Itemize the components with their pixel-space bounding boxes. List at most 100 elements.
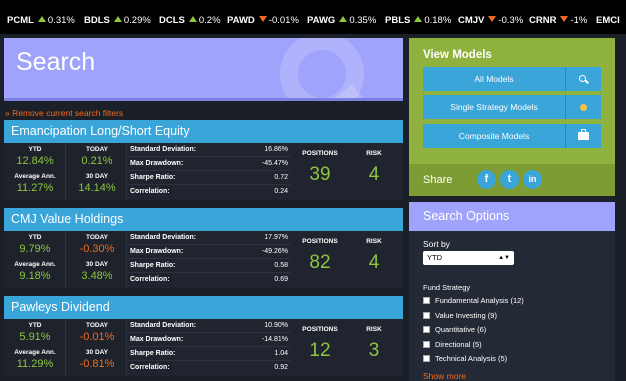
facebook-icon[interactable]: f — [477, 170, 496, 189]
sharpe-label: Sharpe Ratio: — [130, 262, 176, 269]
ticker-item[interactable]: CRNR -1% — [529, 15, 587, 26]
ticker-value: -0.01% — [268, 15, 299, 26]
strategy-option[interactable]: Directional (5) — [423, 340, 482, 349]
corr-label: Correlation: — [130, 188, 170, 195]
ticker-item[interactable]: BDLS 0.29% — [84, 15, 151, 26]
fund-card[interactable]: CMJ Value Holdings YTD TODAY 9.79% -0.30% Ave… — [4, 208, 403, 288]
corr-row: Correlation: 0.69 — [128, 273, 291, 287]
ticker-item[interactable]: PAWD -0.01% — [227, 15, 299, 26]
ticker-item[interactable]: CMJV -0.3% — [458, 15, 523, 26]
checkbox[interactable] — [423, 297, 430, 304]
positions-value: 39 — [309, 164, 331, 185]
ticker-item[interactable]: DCLS 0.2% — [159, 15, 221, 26]
ticker-symbol: DCLS — [159, 15, 185, 26]
arrow-up-icon — [414, 16, 423, 22]
avg-ann-value: 9.18% — [19, 270, 51, 282]
fund-name[interactable]: Emancipation Long/Short Equity — [4, 120, 403, 143]
sharpe-row: Sharpe Ratio: 1.04 — [128, 347, 291, 361]
page-title: Search — [16, 48, 96, 76]
arrow-down-icon — [258, 16, 267, 22]
strategy-label: Fundamental Analysis (12) — [435, 296, 524, 305]
sharpe-label: Sharpe Ratio: — [130, 350, 176, 357]
std-dev-row: Standard Deviation: 16.86% — [128, 143, 291, 157]
fund-card[interactable]: Emancipation Long/Short Equity YTD TODAY 12… — [4, 120, 403, 200]
share-label: Share — [423, 174, 453, 186]
ticker-value: 0.29% — [123, 15, 151, 26]
checkbox[interactable] — [423, 340, 430, 348]
ticker-symbol: EMCI — [596, 15, 620, 26]
strategy-label: Directional (5) — [435, 339, 482, 349]
ticker-item[interactable]: PCML 0.31% — [7, 15, 75, 26]
today-value: -0.01% — [79, 331, 115, 343]
sharpe-row: Sharpe Ratio: 0.58 — [128, 259, 291, 273]
avg-ann-label: Average Ann. — [14, 261, 56, 268]
positions-label: POSITIONS — [302, 326, 338, 333]
sharpe-value: 0.58 — [274, 262, 288, 269]
show-more-link[interactable]: Show more — [423, 371, 466, 381]
all-models-button[interactable]: All Models — [423, 67, 601, 91]
ticker-symbol: PAWG — [307, 15, 336, 26]
fund-stats: YTD TODAY 12.84% 0.21% Average Ann. 30 DAY 11.… — [4, 143, 403, 200]
max-dd-row: Max Drawdown: -14.81% — [128, 333, 291, 347]
view-models-panel: View Models All Models Single Strategy M… — [409, 38, 615, 196]
thirty-day-label: 30 DAY — [85, 349, 109, 356]
std-dev-value: 16.86% — [264, 146, 288, 153]
max-dd-value: -14.81% — [261, 336, 288, 343]
ticker-item[interactable]: PBLS 0.18% — [385, 15, 451, 26]
checkbox[interactable] — [423, 355, 430, 362]
risk-box: RISK 4 — [349, 143, 399, 200]
today-value: 0.21% — [81, 155, 113, 167]
std-dev-value: 10.90% — [264, 322, 288, 329]
std-dev-value: 17.97% — [264, 234, 288, 241]
ticker-item[interactable]: PAWG 0.35% — [307, 15, 376, 26]
fund-name[interactable]: Pawleys Dividend — [4, 296, 403, 319]
strategy-option[interactable]: Value Investing (9) — [423, 311, 497, 320]
positions-box: POSITIONS 12 — [294, 319, 346, 376]
sharpe-row: Sharpe Ratio: 0.72 — [128, 171, 291, 185]
checkbox[interactable] — [423, 326, 430, 333]
single-strategy-models-label: Single Strategy Models — [450, 102, 538, 112]
linkedin-icon[interactable]: in — [523, 170, 542, 189]
std-dev-label: Standard Deviation: — [130, 234, 197, 241]
fund-name[interactable]: CMJ Value Holdings — [4, 208, 403, 231]
strategy-label: Technical Analysis (5) — [435, 354, 508, 363]
avg-ann-value: 11.29% — [16, 358, 54, 370]
twitter-icon[interactable]: t — [500, 170, 519, 189]
ticker-value: -0.3% — [498, 15, 524, 26]
ticker-symbol: BDLS — [84, 15, 110, 26]
fund-card[interactable]: Pawleys Dividend YTD TODAY 5.91% -0.01% Avera… — [4, 296, 403, 376]
fund-stats: YTD TODAY 9.79% -0.30% Average Ann. 30 DAY 9.1… — [4, 231, 403, 288]
strategy-option[interactable]: Quantitative (6) — [423, 325, 486, 334]
sort-by-value: YTD — [427, 253, 442, 262]
avg-ann-label: Average Ann. — [14, 173, 56, 180]
strategy-option[interactable]: Fundamental Analysis (12) — [423, 296, 524, 305]
arrow-down-icon — [488, 16, 497, 22]
sharpe-value: 1.04 — [274, 350, 288, 357]
ticker-symbol: PBLS — [385, 15, 411, 26]
thirty-day-value: -0.81% — [79, 358, 115, 370]
remove-filters-link[interactable]: » Remove current search filters — [5, 108, 123, 118]
search-icon — [579, 74, 589, 84]
sharpe-value: 0.72 — [274, 174, 288, 181]
checkbox[interactable] — [423, 311, 430, 319]
risk-value: 4 — [368, 252, 380, 273]
ticker-value: 0.18% — [424, 15, 452, 26]
risk-value: 3 — [368, 340, 380, 361]
max-dd-label: Max Drawdown: — [130, 248, 184, 255]
max-dd-label: Max Drawdown: — [130, 160, 184, 167]
sharpe-label: Sharpe Ratio: — [130, 174, 176, 181]
single-strategy-models-button[interactable]: Single Strategy Models — [423, 95, 601, 119]
sort-by-select[interactable]: YTD ▲▼ — [423, 251, 514, 265]
positions-value: 82 — [309, 252, 331, 273]
select-arrows-icon: ▲▼ — [498, 255, 510, 261]
composite-models-button[interactable]: Composite Models — [423, 124, 601, 148]
ticker-value: 0.35% — [349, 15, 377, 26]
corr-value: 0.69 — [274, 276, 288, 283]
dot-icon — [580, 103, 587, 111]
ticker-bar: PCML 0.31% BDLS 0.29% DCLS 0.2% PAWD -0.01% PAWG… — [0, 0, 626, 34]
strategy-option[interactable]: Technical Analysis (5) — [423, 354, 507, 363]
ticker-item[interactable]: EMCI — [596, 15, 620, 26]
search-options-panel: Search Options Sort by YTD ▲▼ Fund Strat… — [409, 202, 615, 381]
arrow-up-icon — [113, 16, 122, 22]
today-label: TODAY — [85, 322, 109, 329]
